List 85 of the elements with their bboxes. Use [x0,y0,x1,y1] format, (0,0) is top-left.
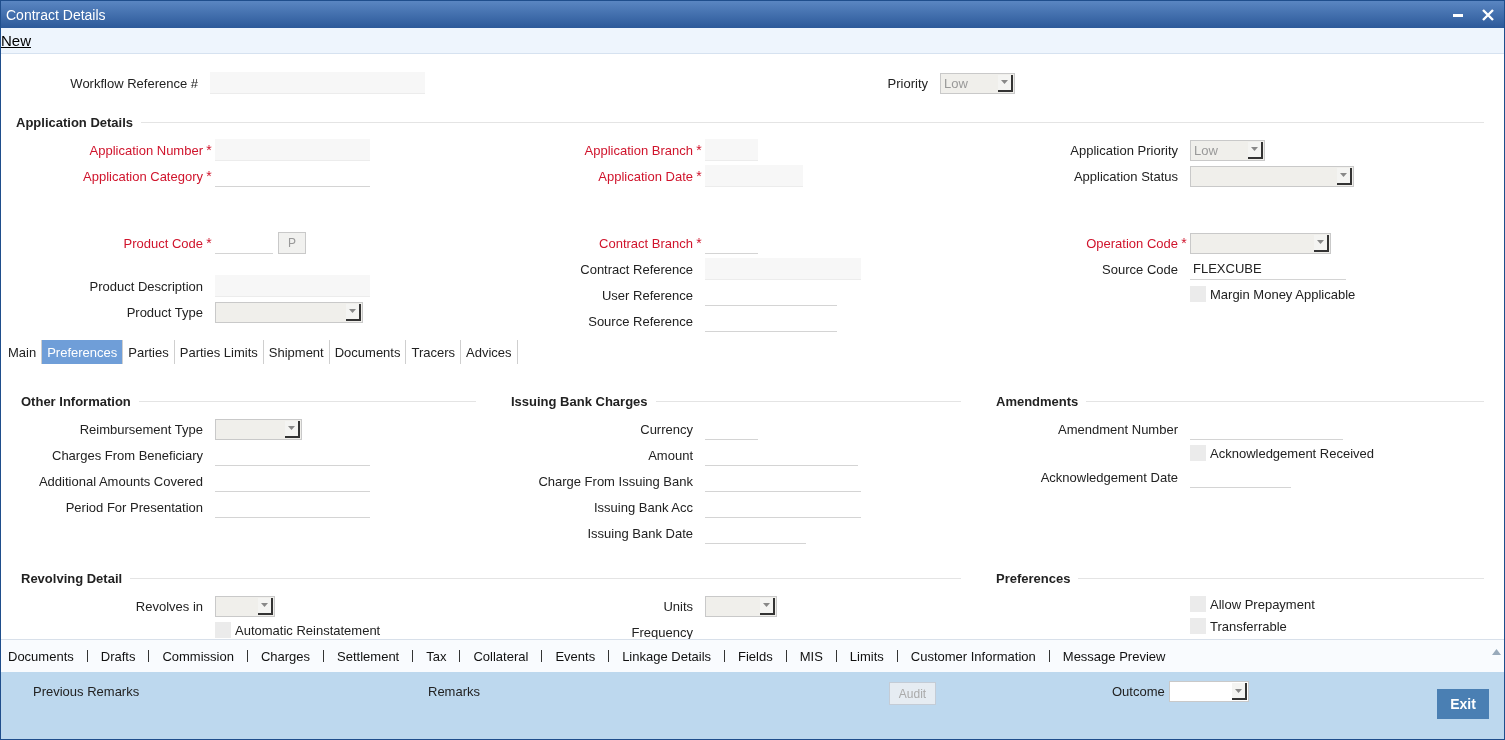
field-label: Frequency [630,624,693,639]
caret-down-icon [349,309,356,313]
footer-link[interactable]: Events [555,648,596,664]
field-label: Contract Reference [579,261,693,277]
close-icon[interactable] [1482,8,1494,21]
checkbox-label: Automatic Reinstatement [235,622,381,638]
checkbox-label: Acknowledgement Received [1210,445,1375,461]
section-title: Application Details [16,114,134,130]
field-label: Contract Branch [598,235,693,251]
field-label: User Reference [600,287,693,303]
footer-link[interactable]: Fields [738,648,773,664]
dropdown[interactable] [705,595,777,617]
field-label: Charge From Issuing Bank [537,473,693,489]
required-mark: * [696,143,702,157]
footer-link[interactable]: MIS [799,648,823,664]
footer-link[interactable]: Customer Information [910,648,1036,664]
field-label: Charges From Beneficiary [51,447,203,463]
field-label: Application Number [88,142,203,158]
caret-down-icon [261,603,268,607]
dropdown[interactable] [215,418,302,440]
field-label: Source Code [1101,261,1178,277]
field-label: Additional Amounts Covered [37,473,203,489]
caret-down-icon [1251,147,1258,151]
checkbox-label: Transferrable [1210,618,1287,634]
field-label: Application Category [82,168,203,184]
required-mark: * [206,236,212,250]
exit-button[interactable]: Exit [1437,689,1489,719]
section-title: Amendments [996,393,1079,409]
caret-down-icon [1340,173,1347,177]
field-label: Application Branch [583,142,693,158]
footer-link[interactable]: Collateral [473,648,529,664]
caret-down-icon [1001,80,1008,84]
required-mark: * [696,169,702,183]
section-title: Preferences [996,570,1071,586]
field-label: Amount [647,447,693,463]
outcome-dropdown[interactable] [1169,681,1249,702]
checkbox[interactable] [215,622,231,638]
outcome-label: Outcome [1112,684,1165,699]
field-label: Acknowledgement Date [1039,469,1178,485]
footer-link[interactable]: Settlement [337,648,400,664]
field-label: Product Type [125,304,203,320]
window-title: Contract Details [6,6,106,23]
previous-remarks-link[interactable]: Previous Remarks [33,684,140,699]
field-label: Issuing Bank Date [586,525,693,541]
section-title: Issuing Bank Charges [511,393,648,409]
footer-link[interactable]: Limits [849,648,884,664]
new-link[interactable]: New [1,32,31,49]
caret-up-icon[interactable] [1492,649,1501,655]
caret-down-icon [763,603,770,607]
field-label: Application Priority [1069,142,1178,158]
footer-link[interactable]: Tax [426,648,447,664]
field-label: Application Date [597,168,693,184]
footer-link[interactable]: Message Preview [1062,648,1166,664]
checkbox-label: Allow Prepayment [1210,596,1315,612]
required-mark: * [696,236,702,250]
field-label: Product Code [122,235,203,251]
field-label: Operation Code [1085,235,1178,251]
field-label: Revolves in [134,598,203,614]
required-mark: * [206,169,212,183]
field-label: Application Status [1072,168,1178,184]
field-label: Workflow Reference # [69,75,198,91]
caret-down-icon [1317,240,1324,244]
checkbox-label: Margin Money Applicable [1210,286,1356,302]
field-label: Issuing Bank Acc [593,499,693,515]
field-label: Reimbursement Type [78,421,203,437]
footer-link[interactable]: Linkage Details [622,648,712,664]
footer-link[interactable]: Drafts [100,648,136,664]
caret-down-icon [1235,688,1242,693]
dropdown[interactable] [215,595,275,617]
required-mark: * [206,143,212,157]
footer-link[interactable]: Charges [260,648,311,664]
field-label: Priority [886,75,928,91]
field-label: Currency [639,421,693,437]
section-title: Other Information [21,393,131,409]
required-mark: * [1181,236,1187,250]
caret-down-icon [288,426,295,430]
field-label: Period For Presentation [64,499,203,515]
footer-link[interactable]: Commission [162,648,234,664]
field-label: Product Description [88,278,203,294]
field-label: Units [662,598,693,614]
section-title: Revolving Detail [21,570,123,586]
footer-link[interactable]: Documents [8,648,74,664]
remarks-link[interactable]: Remarks [428,684,480,699]
field-label: Amendment Number [1057,421,1178,437]
field-label: Source Reference [587,313,693,329]
